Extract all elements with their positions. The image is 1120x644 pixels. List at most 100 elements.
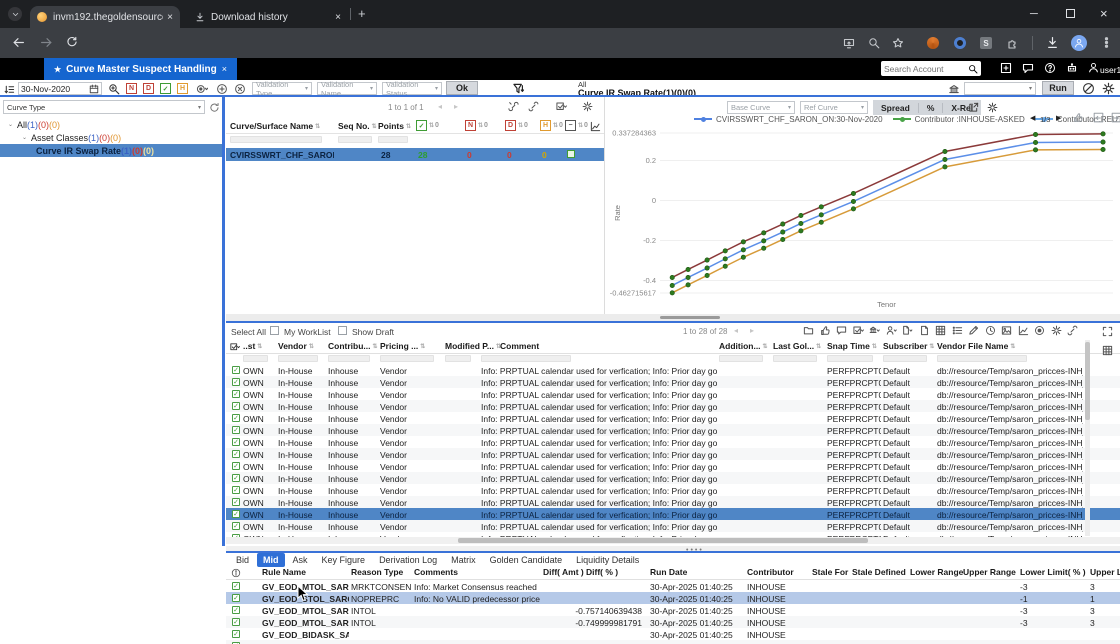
grid-sm-icon[interactable] bbox=[935, 325, 946, 336]
app-tab-curve-master[interactable]: ★ Curve Master Suspect Handling × bbox=[44, 58, 238, 80]
zoom-search-icon[interactable] bbox=[868, 37, 880, 49]
tree-item-all[interactable]: ⌄ All (1) (0) (0) bbox=[0, 118, 222, 131]
column-header-badge[interactable]: − ⇅ 0 bbox=[565, 120, 588, 131]
sort-icon[interactable]: ⇅ bbox=[763, 343, 768, 350]
settings-gear-icon[interactable] bbox=[1102, 82, 1115, 95]
app-tab-close-icon[interactable]: × bbox=[222, 64, 227, 74]
extension-orange-icon[interactable] bbox=[927, 37, 939, 49]
extensions-puzzle-icon[interactable] bbox=[1007, 37, 1019, 49]
filter-input[interactable] bbox=[278, 355, 318, 362]
bank-caret-icon[interactable] bbox=[869, 325, 880, 336]
validation-name-select[interactable]: Validation Name ▾ bbox=[317, 80, 377, 98]
forward-icon[interactable] bbox=[40, 36, 53, 49]
checkbox-caret-icon[interactable] bbox=[852, 325, 864, 336]
rules-row[interactable]: ✓GV_EOD_MTOL_SARONMRKTCONSENSUSInfo: Mar… bbox=[226, 580, 1120, 592]
filter-input[interactable] bbox=[719, 355, 763, 362]
column-header-vendor_file[interactable]: Vendor File Name ⇅ bbox=[937, 341, 1015, 351]
history-icon[interactable] bbox=[985, 325, 996, 336]
sort-icon[interactable]: ⇅ bbox=[1010, 343, 1015, 350]
doc-caret-icon[interactable] bbox=[902, 325, 913, 336]
grid-row[interactable]: ✓OWN In-House Inhouse Vendor Info: PRPTUAL c… bbox=[226, 520, 1120, 532]
gear-icon[interactable] bbox=[1051, 325, 1062, 336]
column-header-badge[interactable]: ✓ ⇅ 0 bbox=[416, 120, 439, 131]
grid-row[interactable]: ✓OWN In-House Inhouse Vendor Info: PRPTUAL c… bbox=[226, 436, 1120, 448]
badge-N[interactable]: N bbox=[126, 83, 137, 94]
zoom-in-icon[interactable] bbox=[108, 83, 120, 95]
column-header-vendor[interactable]: Vendor ⇅ bbox=[278, 341, 314, 351]
splitter-handle[interactable] bbox=[660, 316, 720, 319]
list-icon[interactable] bbox=[952, 325, 963, 336]
rules-row[interactable]: ✓ GV_EOD_MTOL_SARONINTOL -0.749999981791 30… bbox=[226, 616, 1120, 628]
row-checkbox[interactable]: ✓ bbox=[232, 606, 240, 614]
grid-row[interactable]: ✓OWN In-House Inhouse Vendor Info: PRPTUAL c… bbox=[226, 364, 1120, 376]
tab-mid[interactable]: Mid bbox=[257, 553, 285, 567]
sort-icon[interactable]: ⇅ bbox=[478, 122, 483, 129]
add-circle-icon[interactable] bbox=[216, 83, 228, 95]
extension-s-icon[interactable]: S bbox=[980, 37, 992, 49]
segment-percent[interactable]: % bbox=[919, 102, 944, 113]
remove-circle-icon[interactable] bbox=[234, 83, 246, 95]
pager-prev-icon[interactable]: ◂ bbox=[438, 102, 442, 111]
sort-icon[interactable]: ⇅ bbox=[257, 343, 262, 350]
grid-row[interactable]: ✓OWN In-House Inhouse Vendor Info: PRPTUAL c… bbox=[226, 376, 1120, 388]
window-maximize-icon[interactable] bbox=[1066, 9, 1075, 18]
link-icon[interactable] bbox=[528, 101, 539, 112]
row-checkbox[interactable]: ✓ bbox=[232, 390, 240, 398]
tab-close-icon[interactable]: × bbox=[335, 12, 341, 23]
column-header-addition[interactable]: Addition... ⇅ bbox=[719, 341, 768, 351]
column-header-badge[interactable]: H ⇅ 0 bbox=[540, 120, 563, 131]
new-tab-button[interactable]: + bbox=[358, 6, 366, 21]
column-header-snap_time[interactable]: Snap Time ⇅ bbox=[827, 341, 877, 351]
validation-type-select[interactable]: Validation Type ▾ bbox=[252, 80, 312, 98]
column-header-last_golden[interactable]: Last Gol... ⇅ bbox=[773, 341, 821, 351]
redo-box-icon[interactable] bbox=[1111, 112, 1120, 123]
ref-curve-select[interactable]: Ref Curve ▾ bbox=[800, 101, 868, 114]
gear-icon[interactable] bbox=[582, 101, 593, 112]
column-header[interactable]: Lower Range bbox=[910, 567, 963, 577]
sort-icon[interactable]: ⇅ bbox=[372, 123, 377, 130]
comment-icon[interactable] bbox=[836, 325, 847, 336]
reload-icon[interactable] bbox=[66, 36, 78, 48]
column-header[interactable]: Curve/Surface Name ⇅ bbox=[230, 121, 320, 131]
badge-H[interactable]: H bbox=[177, 83, 188, 94]
image-icon[interactable] bbox=[1001, 325, 1012, 336]
pager-prev-icon[interactable]: ◂ bbox=[734, 326, 738, 335]
tree-item-curve-ir-swap-rate[interactable]: Curve IR Swap Rate (1) (0) (0) bbox=[0, 144, 222, 157]
column-header[interactable]: Seq No. ⇅ bbox=[338, 121, 377, 131]
menu-kebab-icon[interactable] bbox=[1100, 36, 1113, 49]
extension-blue-icon[interactable] bbox=[954, 37, 966, 49]
column-header[interactable]: Run Date bbox=[650, 567, 687, 577]
sort-icon[interactable]: ⇅ bbox=[816, 343, 821, 350]
person-caret-icon[interactable] bbox=[886, 325, 897, 336]
row-checkbox[interactable]: ✓ bbox=[232, 522, 240, 530]
column-header-st[interactable]: ..st ⇅ bbox=[243, 341, 262, 351]
column-header[interactable]: Contributor bbox=[747, 567, 794, 577]
row-checkbox[interactable]: ✓ bbox=[232, 414, 240, 422]
run-button[interactable]: Run bbox=[1042, 81, 1074, 95]
tree-caret-icon[interactable]: ⌄ bbox=[22, 134, 27, 141]
scrollbar-thumb[interactable] bbox=[1085, 342, 1090, 420]
column-header[interactable]: Rule Name bbox=[262, 567, 306, 577]
account-search[interactable] bbox=[881, 61, 981, 76]
column-header-badge[interactable]: D ⇅ 0 bbox=[505, 120, 528, 131]
sort-icon[interactable]: ⇅ bbox=[309, 343, 314, 350]
row-checkbox[interactable]: ✓ bbox=[232, 486, 240, 494]
window-close-icon[interactable]: × bbox=[1100, 6, 1108, 21]
person-slash-icon[interactable] bbox=[1082, 82, 1095, 95]
filter-input[interactable] bbox=[883, 355, 927, 362]
sort-rows-icon[interactable] bbox=[4, 84, 15, 95]
column-header-contributor[interactable]: Contribu... ⇅ bbox=[328, 341, 378, 351]
filter-input[interactable] bbox=[445, 355, 471, 362]
filter-input[interactable] bbox=[380, 355, 434, 362]
filter-input[interactable] bbox=[937, 355, 1027, 362]
chat-icon[interactable] bbox=[1022, 62, 1034, 74]
tab-ask[interactable]: Ask bbox=[287, 553, 314, 567]
badge-✓[interactable]: ✓ bbox=[160, 83, 171, 94]
refresh-icon[interactable] bbox=[209, 102, 220, 113]
grid-row[interactable]: ✓OWN In-House Inhouse Vendor Info: PRPTUAL c… bbox=[226, 472, 1120, 484]
pager-next-icon[interactable]: ▸ bbox=[750, 326, 754, 335]
filter-input[interactable] bbox=[827, 355, 873, 362]
grid-row[interactable]: ✓OWN In-House Inhouse Vendor Info: PRPTUAL c… bbox=[226, 448, 1120, 460]
sort-icon[interactable]: ⇅ bbox=[872, 343, 877, 350]
tab-derivation-log[interactable]: Derivation Log bbox=[373, 553, 443, 567]
